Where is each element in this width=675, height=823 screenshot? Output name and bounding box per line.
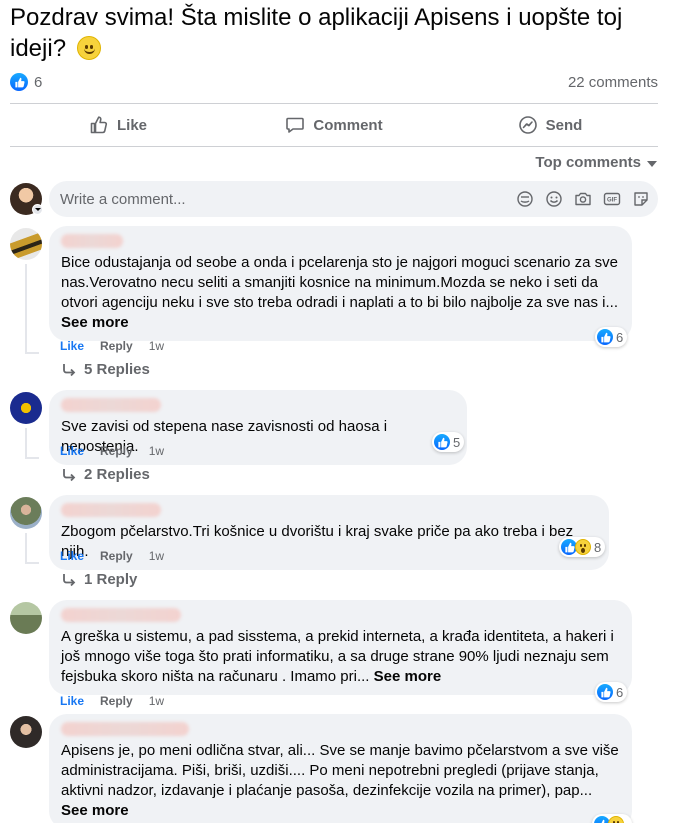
wow-reaction-icon	[575, 539, 591, 555]
comment-timestamp[interactable]: 1w	[149, 549, 164, 563]
comment-reactions[interactable]: 6	[595, 682, 628, 702]
like-button-label: Like	[116, 116, 147, 134]
chevron-down-icon[interactable]	[32, 204, 43, 215]
thread-line	[25, 264, 27, 354]
comment-reply-link[interactable]: Reply	[100, 444, 133, 458]
thread-line	[25, 533, 27, 563]
author-name-redacted[interactable]	[61, 234, 123, 248]
thumbs-up-icon	[90, 116, 108, 134]
comment-input[interactable]	[60, 190, 500, 208]
thread-line	[25, 352, 39, 354]
reaction-count: 8	[594, 539, 602, 555]
comment-reactions[interactable]: 5	[432, 432, 465, 452]
post-likes[interactable]: 6	[10, 73, 42, 91]
avatar-sticker-icon[interactable]	[515, 189, 534, 208]
comment-like-link[interactable]: Like	[60, 694, 84, 708]
comment-button[interactable]: Comment	[226, 104, 442, 146]
messenger-icon	[518, 116, 537, 134]
comments-count[interactable]: 22 comments	[568, 74, 658, 91]
comment-actions: Like Reply 1w	[60, 444, 164, 458]
comment-bubble: A greška u sistemu, a pad sisstema, a pr…	[49, 600, 632, 695]
comment-timestamp[interactable]: 1w	[149, 444, 164, 458]
view-replies-link[interactable]: 2 Replies	[62, 466, 150, 483]
like-button[interactable]: Like	[10, 104, 226, 146]
caret-down-icon	[647, 160, 657, 167]
view-replies-link[interactable]: 5 Replies	[62, 361, 150, 378]
comment-text: Bice odustajanja od seobe a onda i pcela…	[61, 254, 619, 331]
comment-composer[interactable]: GIF	[49, 181, 658, 217]
sticker-icon[interactable]	[631, 189, 650, 208]
avatar[interactable]	[10, 497, 42, 529]
author-name-redacted[interactable]	[61, 398, 161, 412]
reply-arrow-icon	[63, 468, 76, 481]
comment-sort-label: Top comments	[535, 154, 641, 171]
comment-bubble: Bice odustajanja od seobe a onda i pcela…	[49, 226, 632, 341]
thread-line	[25, 457, 39, 459]
post-title-text: Pozdrav svima! Šta mislite o aplikaciji …	[10, 4, 623, 62]
wow-reaction-icon	[608, 816, 624, 823]
comment-reactions[interactable]: 6	[595, 327, 628, 347]
svg-text:GIF: GIF	[607, 197, 617, 203]
send-button-label: Send	[545, 116, 583, 134]
comment-reply-link[interactable]: Reply	[100, 339, 133, 353]
emoji-icon[interactable]	[544, 189, 563, 208]
gif-icon[interactable]: GIF	[602, 189, 621, 208]
comment-like-link[interactable]: Like	[60, 549, 84, 563]
reply-arrow-icon	[63, 363, 76, 376]
camera-icon[interactable]	[573, 189, 592, 208]
post-reaction-summary: 6 22 comments	[10, 72, 658, 92]
comment-icon	[286, 117, 305, 133]
post-like-count: 6	[34, 73, 43, 91]
reaction-count: 5	[453, 434, 461, 450]
comment-text: Apisens je, po meni odlična stvar, ali..…	[61, 742, 619, 819]
reply-arrow-icon	[63, 573, 76, 586]
send-button[interactable]: Send	[442, 104, 658, 146]
reaction-count: 6	[616, 684, 624, 700]
comment-actions: Like Reply 1w	[60, 694, 164, 708]
comment-bubble: Apisens je, po meni odlična stvar, ali..…	[49, 714, 632, 823]
view-replies-link[interactable]: 1 Reply	[62, 571, 137, 588]
see-more-link[interactable]: See more	[61, 314, 129, 331]
composer-icons: GIF	[515, 189, 650, 208]
comment-actions: Like Reply 1w	[60, 339, 164, 353]
avatar[interactable]	[10, 716, 42, 748]
avatar[interactable]	[10, 392, 42, 424]
thread-line	[25, 562, 39, 564]
reaction-count: 6	[616, 329, 624, 345]
comment-sort-dropdown[interactable]: Top comments	[535, 154, 657, 171]
comment-like-link[interactable]: Like	[60, 339, 84, 353]
comment-timestamp[interactable]: 1w	[149, 694, 164, 708]
post-title: Pozdrav svima! Šta mislite o aplikaciji …	[10, 2, 650, 64]
thread-line	[25, 428, 27, 458]
author-name-redacted[interactable]	[61, 503, 161, 517]
like-reaction-icon	[10, 73, 28, 91]
like-reaction-icon	[434, 434, 450, 450]
comment-reactions[interactable]: 8	[559, 537, 606, 557]
author-name-redacted[interactable]	[61, 608, 181, 622]
comment-reactions-partial[interactable]	[592, 814, 632, 823]
comment-actions: Like Reply 1w	[60, 549, 164, 563]
like-reaction-icon	[597, 329, 613, 345]
avatar[interactable]	[10, 602, 42, 634]
comment-text: A greška u sistemu, a pad sisstema, a pr…	[61, 628, 614, 685]
comment-reply-link[interactable]: Reply	[100, 694, 133, 708]
author-name-redacted[interactable]	[61, 722, 189, 736]
comment-timestamp[interactable]: 1w	[149, 339, 164, 353]
see-more-link[interactable]: See more	[61, 802, 129, 819]
avatar[interactable]	[10, 228, 42, 260]
slightly-smiling-face-icon	[76, 36, 101, 60]
see-more-link[interactable]: See more	[374, 668, 442, 685]
post-action-bar: Like Comment Send	[10, 103, 658, 147]
comment-like-link[interactable]: Like	[60, 444, 84, 458]
like-reaction-icon	[597, 684, 613, 700]
comment-button-label: Comment	[313, 116, 383, 134]
comment-reply-link[interactable]: Reply	[100, 549, 133, 563]
